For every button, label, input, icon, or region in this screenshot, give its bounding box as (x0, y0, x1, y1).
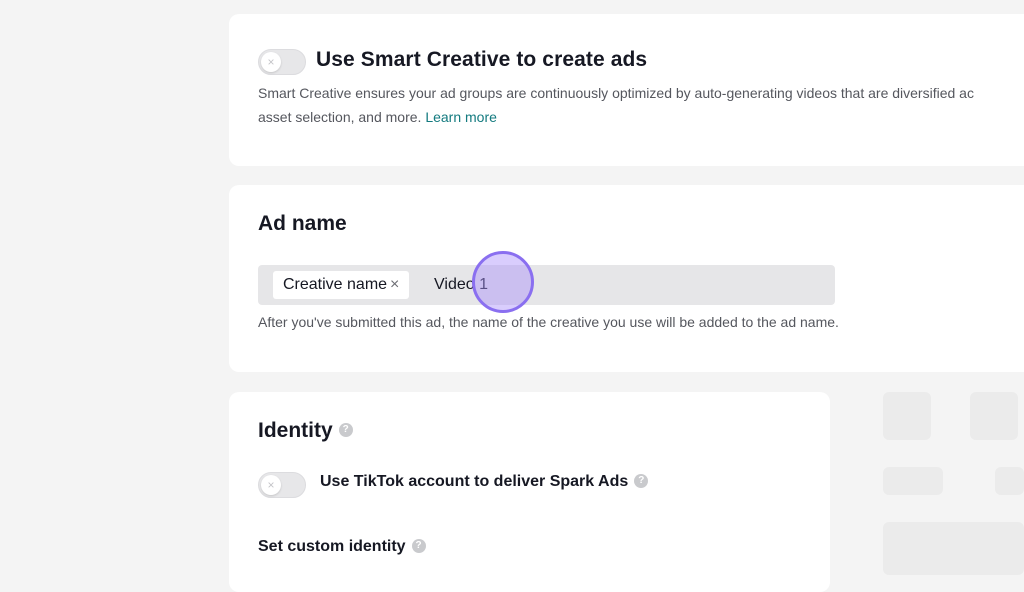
click-indicator (472, 251, 534, 313)
placeholder-block (970, 392, 1018, 440)
smart-creative-toggle[interactable]: × (258, 49, 306, 75)
learn-more-link[interactable]: Learn more (425, 109, 497, 125)
smart-creative-card: × Use Smart Creative to create ads Smart… (229, 14, 1024, 166)
placeholder-block (883, 392, 931, 440)
smart-creative-description-line1: Smart Creative ensures your ad groups ar… (258, 85, 974, 101)
spark-ads-toggle[interactable]: × (258, 472, 306, 498)
custom-identity-label: Set custom identity? (258, 538, 426, 556)
chip-remove-icon[interactable]: × (390, 276, 399, 293)
spark-ads-label-text: Use TikTok account to deliver Spark Ads (320, 473, 629, 490)
smart-creative-title: Use Smart Creative to create ads (316, 48, 648, 71)
smart-creative-description: Smart Creative ensures your ad groups ar… (258, 81, 1024, 129)
spark-ads-label: Use TikTok account to deliver Spark Ads? (320, 473, 649, 491)
ad-name-input[interactable]: Creative name × Video 1 (258, 265, 835, 305)
ad-name-card: Ad name Creative name × Video 1 After you… (229, 185, 1024, 372)
placeholder-block (883, 467, 943, 495)
spark-ads-help-icon[interactable]: ? (634, 473, 649, 488)
identity-card: Identity? × Use TikTok account to delive… (229, 392, 830, 592)
identity-title: Identity? (258, 419, 353, 443)
toggle-off-icon: × (261, 475, 281, 495)
placeholder-block (995, 467, 1024, 495)
smart-creative-description-line2: asset selection, and more. (258, 109, 422, 125)
creative-name-chip-label: Creative name (283, 276, 388, 293)
custom-identity-label-text: Set custom identity (258, 538, 406, 555)
toggle-off-icon: × (261, 52, 281, 72)
custom-identity-help-icon[interactable]: ? (411, 538, 426, 553)
identity-help-icon[interactable]: ? (338, 423, 353, 438)
identity-title-text: Identity (258, 419, 333, 442)
ad-name-hint: After you've submitted this ad, the name… (258, 314, 839, 330)
placeholder-block (883, 522, 1024, 575)
creative-name-chip: Creative name × (273, 271, 410, 299)
ad-name-title: Ad name (258, 212, 347, 235)
